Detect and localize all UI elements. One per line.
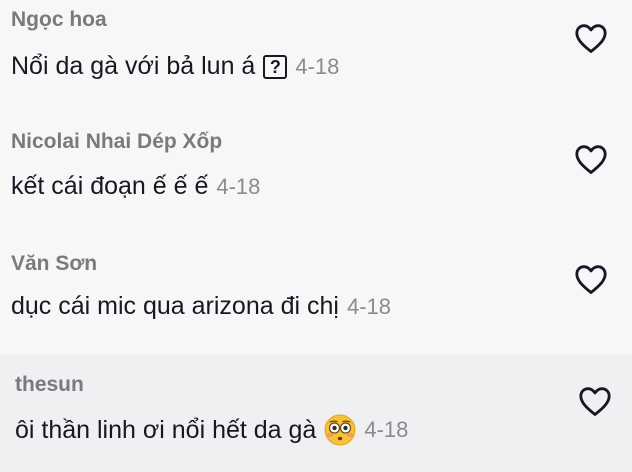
comment-body: kết cái đoạn ế ế ế 4-18 (11, 172, 260, 201)
question-box-icon: ? (263, 54, 288, 79)
heart-icon[interactable] (578, 385, 612, 417)
comment-body: ôi thần linh ơi nổi hết da gà 4-18 (15, 414, 408, 446)
heart-icon[interactable] (574, 22, 608, 54)
comment-item: Nicolai Nhai Dép Xốp kết cái đoạn ế ế ế … (0, 118, 632, 234)
comment-date: 4-18 (346, 293, 391, 319)
comment-date: 4-18 (216, 173, 261, 199)
comment-text: dục cái mic qua arizona đi chị (11, 292, 339, 320)
comment-item: Văn Sơn dục cái mic qua arizona đi chị 4… (0, 234, 632, 354)
heart-icon[interactable] (574, 263, 608, 295)
comment-username[interactable]: thesun (15, 373, 84, 397)
comment-body: Nổi da gà với bả lun á ? 4-18 (11, 52, 339, 81)
comment-text: Nổi da gà với bả lun á (11, 52, 256, 80)
heart-icon[interactable] (574, 143, 608, 175)
comment-item: Ngọc hoa Nổi da gà với bả lun á ? 4-18 (0, 0, 632, 118)
comment-text: kết cái đoạn ế ế ế (11, 172, 209, 200)
comment-text: ôi thần linh ơi nổi hết da gà (15, 415, 317, 444)
comment-username[interactable]: Ngọc hoa (11, 8, 107, 32)
comment-item: thesun ôi thần linh ơi nổi hết da gà 4-1… (0, 354, 632, 472)
flushed-face-emoji-icon (324, 414, 356, 446)
comment-date: 4-18 (295, 53, 340, 79)
comment-username[interactable]: Văn Sơn (11, 252, 97, 276)
comment-date: 4-18 (364, 417, 409, 442)
comment-body: dục cái mic qua arizona đi chị 4-18 (11, 292, 391, 321)
comment-username[interactable]: Nicolai Nhai Dép Xốp (11, 130, 222, 154)
